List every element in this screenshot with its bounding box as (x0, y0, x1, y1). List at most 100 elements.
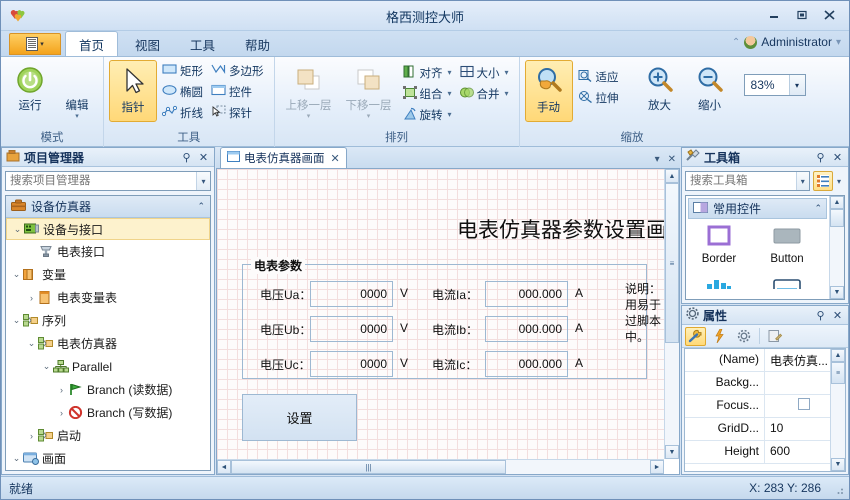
input-voltage-ub[interactable]: 0000 (310, 316, 393, 342)
tree-node[interactable]: › 启动 (6, 424, 210, 447)
chevron-down-icon[interactable]: ▾ (505, 89, 509, 98)
ribbon-tab-view[interactable]: 视图 (122, 33, 173, 56)
user-menu[interactable]: ⌃ Administrator ▾ (732, 35, 841, 49)
input-current-ib[interactable]: 000.000 (485, 316, 568, 342)
ribbon-tab-tools[interactable]: 工具 (177, 33, 228, 56)
scroll-up-button[interactable]: ▲ (830, 196, 844, 209)
close-icon[interactable]: ✕ (331, 152, 340, 165)
chevron-down-icon[interactable]: ▾ (795, 172, 809, 190)
toolbox-item-button[interactable]: Button (760, 225, 814, 265)
canvas-vertical-scrollbar[interactable]: ▲ ≡ ▼ (664, 169, 679, 459)
scroll-down-button[interactable]: ▼ (831, 458, 845, 471)
search-input[interactable] (6, 172, 196, 190)
tree-node[interactable]: ⌄ 电表仿真器 (6, 332, 210, 355)
input-voltage-ua[interactable]: 0000 (310, 281, 393, 307)
align-item[interactable]: 对齐 ▾ (400, 62, 457, 83)
property-row[interactable]: (Name) 电表仿真... (685, 349, 830, 372)
chevron-up-icon[interactable]: ⌃ (732, 37, 740, 48)
rotate-item[interactable]: 旋转 ▾ (400, 104, 457, 125)
close-button[interactable]: ✕ (197, 151, 210, 164)
pointer-tool-button[interactable]: 指针 (109, 60, 157, 122)
tree-node[interactable]: ⌄ 画面 (6, 447, 210, 470)
input-current-ic[interactable]: 000.000 (485, 351, 568, 377)
tree-node[interactable]: 电表仿真器画面 (6, 470, 210, 471)
gear-icon[interactable] (733, 327, 754, 346)
tree-node[interactable]: › Branch (读数据) (6, 378, 210, 401)
property-row[interactable]: Height 600 (685, 441, 830, 464)
document-tab[interactable]: 电表仿真器画面 ✕ (220, 147, 347, 168)
minimize-button[interactable] (761, 5, 787, 25)
input-voltage-uc[interactable]: 0000 (310, 351, 393, 377)
toolbox-list[interactable]: 常用控件 ⌃ Border Button ▲ ▼ (685, 195, 845, 300)
scroll-left-button[interactable]: ◄ (217, 460, 231, 474)
maximize-button[interactable] (789, 5, 815, 25)
vertical-scroll-thumb[interactable]: ≡ (665, 183, 679, 343)
property-row[interactable]: GridD... 10 (685, 418, 830, 441)
stretch-item[interactable]: 拉伸 (575, 87, 624, 108)
search-input-wrap[interactable]: ▾ (5, 171, 211, 191)
property-row[interactable]: Backg... (685, 372, 830, 395)
input-current-ia[interactable]: 000.000 (485, 281, 568, 307)
size-item[interactable]: 大小 ▾ (457, 62, 514, 83)
tree-expander-icon[interactable]: ⌄ (40, 361, 53, 372)
control-tool-item[interactable]: 控件 (208, 81, 269, 102)
page-properties-icon[interactable] (765, 327, 786, 346)
ribbon-tab-help[interactable]: 帮助 (232, 33, 283, 56)
resize-grip-icon[interactable] (833, 484, 845, 496)
chevron-down-icon[interactable]: ▾ (448, 89, 452, 98)
group-item[interactable]: 组合 ▾ (400, 83, 457, 104)
tree-expander-icon[interactable]: ⌄ (10, 315, 23, 326)
chevron-down-icon[interactable]: ▾ (195, 172, 210, 190)
chevron-down-icon[interactable]: ▾ (505, 68, 509, 77)
wrench-icon[interactable] (685, 326, 706, 346)
list-view-icon[interactable] (813, 171, 833, 191)
tree-node[interactable]: ⌄ 序列 (6, 309, 210, 332)
properties-scroll-thumb[interactable]: ≡ (831, 362, 845, 384)
toolbox-item-border[interactable]: Border (692, 225, 746, 265)
toolbox-item-panel[interactable] (760, 279, 814, 289)
tree-group-header[interactable]: 设备仿真器 ⌃ (6, 196, 210, 218)
run-button[interactable]: 运行 (6, 60, 54, 114)
property-value[interactable]: 电表仿真... (765, 349, 830, 371)
chevron-down-icon[interactable]: ▾ (75, 112, 79, 120)
scroll-down-button[interactable]: ▼ (665, 445, 679, 459)
send-backward-button[interactable]: 下移一层 ▾ (340, 60, 398, 121)
zoom-out-button[interactable]: 缩小 (686, 60, 734, 114)
toolbox-scrollbar[interactable]: ▲ ▼ (829, 196, 844, 299)
tree-expander-icon[interactable]: › (55, 385, 68, 395)
probe-tool-item[interactable]: 探针 (208, 102, 269, 123)
chevron-down-icon[interactable]: ▾ (448, 68, 452, 77)
property-value[interactable]: 600 (765, 441, 830, 463)
close-button[interactable]: ✕ (831, 309, 844, 322)
polygon-tool-item[interactable]: 多边形 (208, 60, 269, 81)
edit-button[interactable]: 编辑 ▾ (56, 60, 98, 121)
pin-button[interactable]: ⚲ (814, 309, 827, 322)
design-canvas[interactable]: 电表仿真器参数设置画面 电表参数 电压Ua： 0000 V 电流Ia： 000.… (217, 169, 664, 459)
tree-expander-icon[interactable]: ⌄ (11, 224, 24, 235)
tree-expander-icon[interactable]: › (25, 431, 38, 441)
zoom-in-button[interactable]: 放大 (636, 60, 684, 114)
tree-node[interactable]: 电表接口 (6, 240, 210, 263)
chevron-down-icon[interactable]: ▾ (655, 154, 660, 165)
zoom-level-combobox[interactable]: 83% ▾ (743, 74, 806, 96)
rect-tool-item[interactable]: 矩形 (159, 60, 208, 81)
chevron-down-icon[interactable]: ▾ (788, 75, 805, 95)
bring-forward-button[interactable]: 上移一层 ▾ (280, 60, 338, 121)
pin-button[interactable]: ⚲ (814, 151, 827, 164)
property-value[interactable] (765, 372, 830, 394)
property-value[interactable] (765, 395, 830, 417)
chevron-up-icon[interactable]: ⌃ (814, 203, 822, 214)
close-icon[interactable]: ✕ (668, 154, 676, 165)
fit-item[interactable]: 适应 (575, 66, 624, 87)
project-tree[interactable]: 设备仿真器 ⌃ ⌄ 设备与接口 电表接口 ⌄ 变量 › 电表变量表 ⌄ 序列 ⌄ 电表仿真器 ⌄ Par… (5, 195, 211, 471)
search-input[interactable] (686, 172, 796, 190)
merge-item[interactable]: 合并 ▾ (457, 83, 514, 104)
tree-expander-icon[interactable]: ⌄ (10, 269, 23, 280)
toolbox-item-chart[interactable] (692, 279, 746, 289)
submit-button[interactable]: 设置 (242, 394, 357, 441)
scroll-right-button[interactable]: ► (650, 460, 664, 474)
tree-node[interactable]: ⌄ Parallel (6, 355, 210, 378)
horizontal-scroll-thumb[interactable]: ||| (231, 460, 506, 474)
tree-node[interactable]: › Branch (写数据) (6, 401, 210, 424)
tree-expander-icon[interactable]: › (55, 408, 68, 418)
